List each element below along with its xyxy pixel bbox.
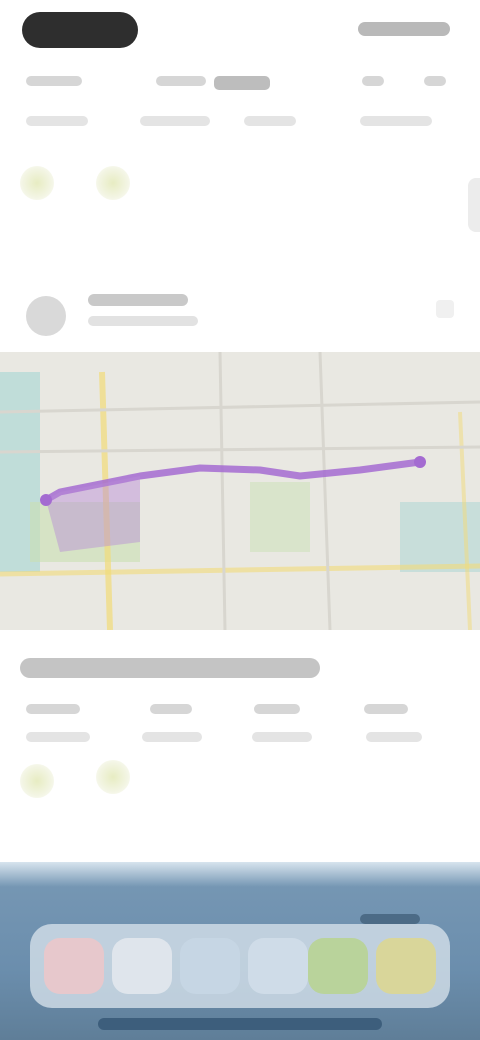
status-bar [0, 0, 480, 56]
route-header[interactable] [18, 282, 462, 342]
route-map[interactable] [0, 352, 480, 630]
stat-value [424, 76, 446, 86]
badge-icon[interactable] [20, 166, 54, 200]
map-canvas [0, 352, 480, 630]
app-icon-2[interactable] [112, 938, 172, 994]
stat-item[interactable] [214, 70, 304, 150]
stat-value [214, 76, 270, 90]
app-dock [30, 924, 450, 1008]
stat-label [142, 732, 202, 742]
status-time-pill [22, 12, 138, 48]
stat-item[interactable] [352, 70, 462, 150]
activity-stats-row [18, 698, 462, 758]
stat-label [26, 116, 88, 126]
stat-label [244, 116, 296, 126]
chevron-right-icon[interactable] [436, 300, 454, 318]
stat-item[interactable] [136, 70, 216, 150]
badge-icon[interactable] [96, 760, 130, 794]
stat-item[interactable] [26, 70, 96, 150]
stat-label [140, 116, 210, 126]
side-drawer-handle[interactable] [468, 178, 480, 232]
stat-value [26, 704, 80, 714]
stat-item[interactable] [356, 698, 446, 778]
route-start-marker [40, 494, 52, 506]
app-icon-4[interactable] [248, 938, 308, 994]
app-icon-6[interactable] [376, 938, 436, 994]
route-avatar-icon [26, 296, 66, 336]
stats-row [18, 70, 462, 150]
stat-label [26, 732, 90, 742]
stat-value [150, 704, 192, 714]
park-area [250, 482, 310, 552]
app-icon-5[interactable] [308, 938, 368, 994]
app-icon-1[interactable] [44, 938, 104, 994]
stat-item[interactable] [136, 698, 216, 778]
badge-icon[interactable] [96, 166, 130, 200]
home-screen-background [0, 862, 480, 1040]
app-icon-3[interactable] [180, 938, 240, 994]
stat-value [26, 76, 82, 86]
stat-value [254, 704, 300, 714]
route-title [88, 294, 188, 306]
home-indicator[interactable] [98, 1018, 382, 1030]
stat-label [252, 732, 312, 742]
stat-value [156, 76, 206, 86]
stat-label [366, 732, 422, 742]
route-subtitle [88, 316, 198, 326]
stat-label [360, 116, 432, 126]
stat-item[interactable] [246, 698, 326, 778]
activity-title [20, 658, 320, 678]
stat-value [362, 76, 384, 86]
route-end-marker [414, 456, 426, 468]
status-indicators [358, 22, 450, 36]
dock-indicator [360, 914, 420, 924]
badge-icon[interactable] [20, 764, 54, 798]
stat-value [364, 704, 408, 714]
